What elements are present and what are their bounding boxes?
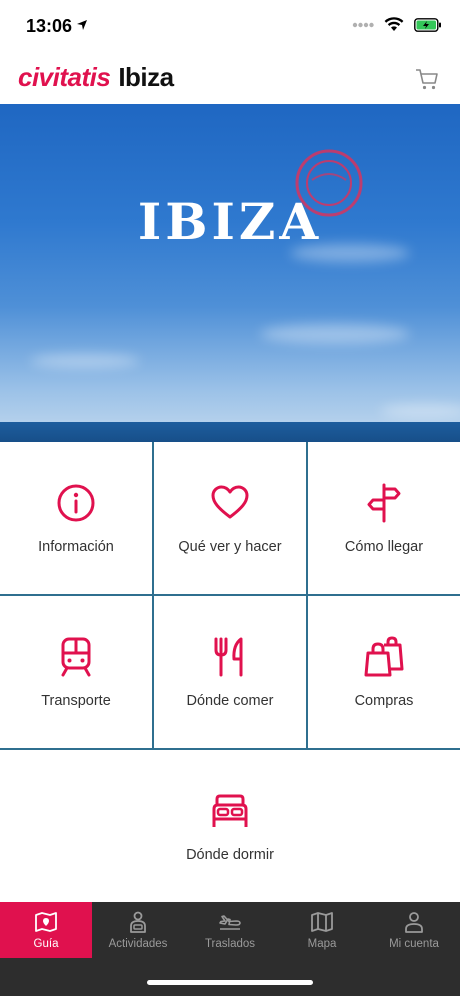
wifi-icon bbox=[384, 17, 404, 31]
map-icon bbox=[311, 912, 333, 932]
hero-banner: IBIZA bbox=[0, 104, 460, 442]
user-icon bbox=[405, 912, 423, 933]
status-bar: 13:06 bbox=[0, 0, 460, 52]
status-time: 13:06 bbox=[26, 16, 73, 36]
plane-icon bbox=[219, 915, 241, 930]
menu-item-label: Información bbox=[38, 539, 114, 555]
tab-mapa[interactable]: Mapa bbox=[276, 902, 368, 958]
tab-label: Mapa bbox=[307, 938, 337, 950]
menu-item-label: Compras bbox=[354, 693, 414, 709]
tab-traslados[interactable]: Traslados bbox=[184, 902, 276, 958]
tab-guia[interactable]: Guía bbox=[0, 902, 92, 958]
sea-strip bbox=[0, 422, 460, 442]
menu-item-donde-dormir[interactable]: Dónde dormir bbox=[0, 750, 460, 902]
menu-item-transporte[interactable]: Transporte bbox=[0, 596, 152, 748]
city-title: Ibiza bbox=[118, 62, 174, 92]
heart-icon bbox=[211, 485, 249, 519]
battery-charging-icon bbox=[414, 17, 441, 32]
tab-mi-cuenta[interactable]: Mi cuenta bbox=[368, 902, 460, 958]
grid-divider bbox=[0, 594, 460, 596]
tab-label: Actividades bbox=[108, 938, 168, 950]
bed-icon bbox=[212, 794, 248, 827]
tab-label: Traslados bbox=[204, 938, 256, 950]
hero-title: IBIZA bbox=[137, 192, 323, 251]
location-arrow-icon bbox=[77, 20, 87, 30]
cart-icon[interactable] bbox=[414, 66, 440, 92]
menu-item-label: Transporte bbox=[41, 693, 111, 709]
grid-divider bbox=[0, 748, 460, 750]
guide-menu-grid: Información Qué ver y hacer Cómo llegar … bbox=[0, 442, 460, 902]
status-indicators bbox=[352, 17, 442, 32]
signpost-icon bbox=[367, 483, 401, 523]
home-indicator[interactable] bbox=[147, 980, 313, 985]
shopping-bags-icon bbox=[364, 636, 404, 677]
menu-item-que-ver-y-hacer[interactable]: Qué ver y hacer bbox=[154, 442, 306, 594]
menu-item-donde-comer[interactable]: Dónde comer bbox=[154, 596, 306, 748]
menu-item-label: Dónde dormir bbox=[186, 847, 274, 863]
menu-item-como-llegar[interactable]: Cómo llegar bbox=[308, 442, 460, 594]
menu-item-compras[interactable]: Compras bbox=[308, 596, 460, 748]
info-icon bbox=[57, 484, 95, 522]
map-guide-icon bbox=[35, 912, 57, 932]
signal-dots-icon bbox=[352, 22, 374, 27]
menu-item-label: Dónde comer bbox=[186, 693, 274, 709]
brand: civitatis Ibiza bbox=[18, 62, 174, 93]
fork-knife-icon bbox=[214, 637, 243, 677]
tab-label: Guía bbox=[33, 938, 59, 950]
menu-item-label: Cómo llegar bbox=[344, 539, 424, 555]
train-icon bbox=[61, 637, 91, 677]
menu-item-informacion[interactable]: Información bbox=[0, 442, 152, 594]
civitatis-logo: civitatis bbox=[18, 62, 111, 92]
tab-label: Mi cuenta bbox=[389, 938, 439, 950]
person-ticket-icon bbox=[130, 911, 146, 933]
app-header: civitatis Ibiza bbox=[0, 52, 460, 104]
tab-actividades[interactable]: Actividades bbox=[92, 902, 184, 958]
menu-item-label: Qué ver y hacer bbox=[178, 539, 282, 555]
